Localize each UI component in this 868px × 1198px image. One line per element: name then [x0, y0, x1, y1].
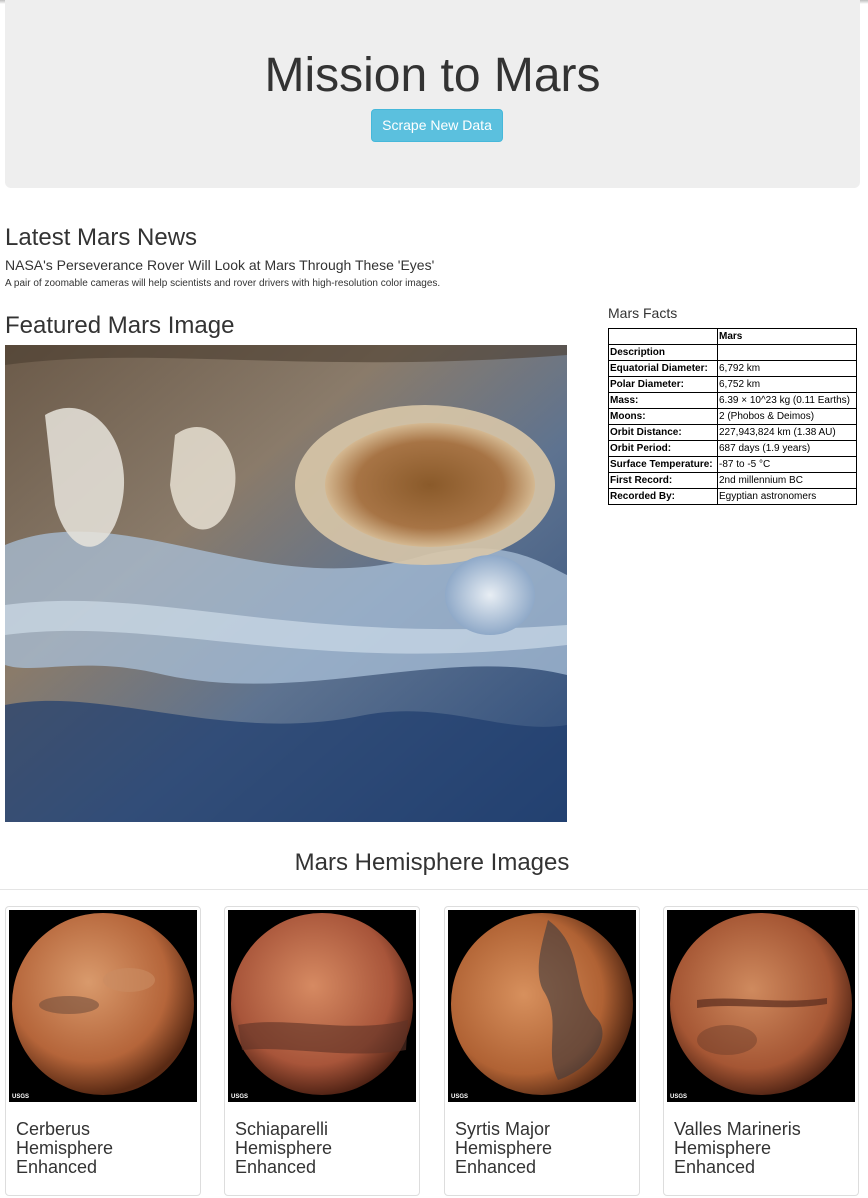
fact-value: 2nd millennium BC: [717, 472, 857, 489]
hemisphere-card-schiaparelli[interactable]: USGS Schiaparelli Hemisphere Enhanced: [224, 906, 420, 1196]
fact-label: Polar Diameter:: [608, 376, 718, 393]
fact-value: -87 to -5 °C: [717, 456, 857, 473]
table-row: Polar Diameter: 6,752 km: [608, 376, 857, 393]
scrape-new-data-button[interactable]: Scrape New Data: [371, 109, 503, 142]
hemisphere-image-schiaparelli[interactable]: USGS: [228, 910, 416, 1102]
hemisphere-caption[interactable]: Valles Marineris Hemisphere Enhanced: [674, 1120, 844, 1177]
fact-label: Moons:: [608, 408, 718, 425]
usgs-logo: USGS: [451, 1094, 469, 1100]
news-title: NASA's Perseverance Rover Will Look at M…: [5, 257, 435, 273]
fact-value: [717, 344, 857, 361]
featured-image[interactable]: [5, 345, 567, 822]
mars-facts-table: Mars Description Equatorial Diameter: 6,7…: [608, 328, 857, 505]
usgs-logo: USGS: [12, 1094, 30, 1100]
fact-label: Surface Temperature:: [608, 456, 718, 473]
fact-label: Orbit Distance:: [608, 424, 718, 441]
table-row: Mass: 6.39 × 10^23 kg (0.11 Earths): [608, 392, 857, 409]
hemisphere-image-cerberus[interactable]: USGS: [9, 910, 197, 1102]
hemisphere-image-valles-marineris[interactable]: USGS: [667, 910, 855, 1102]
facts-header-blank: [608, 328, 718, 345]
fact-value: 2 (Phobos & Deimos): [717, 408, 857, 425]
fact-value: 6,752 km: [717, 376, 857, 393]
header-jumbotron: Mission to Mars Scrape New Data: [5, 0, 860, 188]
mars-facts-heading: Mars Facts: [608, 305, 678, 321]
fact-value: 687 days (1.9 years): [717, 440, 857, 457]
fact-label: Equatorial Diameter:: [608, 360, 718, 377]
fact-value: 6,792 km: [717, 360, 857, 377]
table-row: Orbit Distance: 227,943,824 km (1.38 AU): [608, 424, 857, 441]
fact-value: Egyptian astronomers: [717, 488, 857, 505]
fact-value: 6.39 × 10^23 kg (0.11 Earths): [717, 392, 857, 409]
table-row: Moons: 2 (Phobos & Deimos): [608, 408, 857, 425]
page-title: Mission to Mars: [264, 49, 601, 102]
divider: [0, 889, 868, 890]
fact-label: Recorded By:: [608, 488, 718, 505]
table-row: First Record: 2nd millennium BC: [608, 472, 857, 489]
fact-label: Orbit Period:: [608, 440, 718, 457]
facts-header-row: Mars: [608, 328, 857, 345]
table-row: Description: [608, 344, 857, 361]
hemisphere-card-syrtis-major[interactable]: USGS Syrtis Major Hemisphere Enhanced: [444, 906, 640, 1196]
table-row: Surface Temperature: -87 to -5 °C: [608, 456, 857, 473]
hemisphere-caption[interactable]: Cerberus Hemisphere Enhanced: [16, 1120, 186, 1177]
hemispheres-heading: Mars Hemisphere Images: [294, 849, 570, 876]
table-row: Recorded By: Egyptian astronomers: [608, 488, 857, 505]
fact-value: 227,943,824 km (1.38 AU): [717, 424, 857, 441]
table-row: Equatorial Diameter: 6,792 km: [608, 360, 857, 377]
hemisphere-card-cerberus[interactable]: USGS Cerberus Hemisphere Enhanced: [5, 906, 201, 1196]
fact-label: First Record:: [608, 472, 718, 489]
facts-header-mars: Mars: [717, 328, 857, 345]
fact-label: Mass:: [608, 392, 718, 409]
featured-image-heading: Featured Mars Image: [5, 312, 235, 339]
hemisphere-card-valles-marineris[interactable]: USGS Valles Marineris Hemisphere Enhance…: [663, 906, 859, 1196]
hemisphere-caption[interactable]: Schiaparelli Hemisphere Enhanced: [235, 1120, 405, 1177]
usgs-logo: USGS: [670, 1094, 688, 1100]
latest-news-heading: Latest Mars News: [5, 224, 198, 251]
hemisphere-caption[interactable]: Syrtis Major Hemisphere Enhanced: [455, 1120, 625, 1177]
hemisphere-image-syrtis-major[interactable]: USGS: [448, 910, 636, 1102]
table-row: Orbit Period: 687 days (1.9 years): [608, 440, 857, 457]
news-teaser: A pair of zoomable cameras will help sci…: [5, 278, 441, 289]
usgs-logo: USGS: [231, 1094, 249, 1100]
fact-label: Description: [608, 344, 718, 361]
